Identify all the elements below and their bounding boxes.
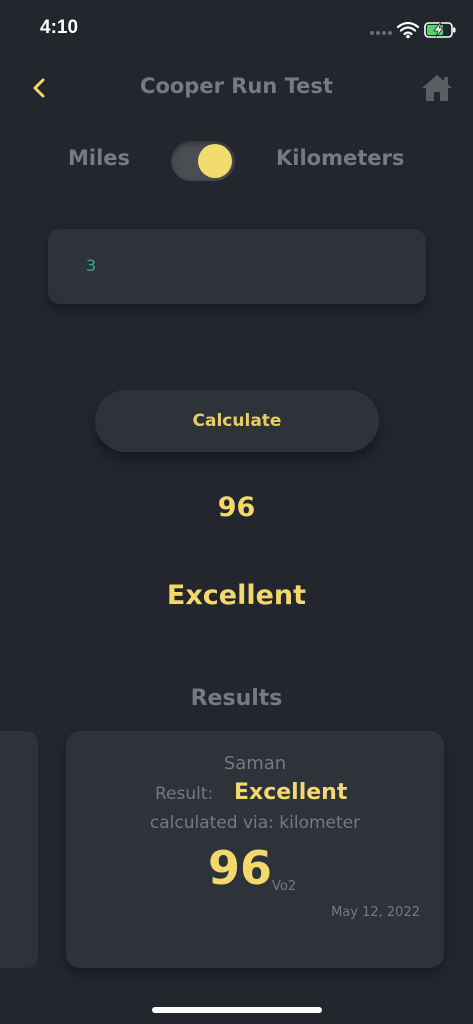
result-card-result-label: Result: (155, 784, 214, 804)
kilometers-label: Kilometers (276, 146, 405, 170)
home-icon (422, 75, 452, 101)
battery-charging-icon (424, 22, 456, 38)
distance-input-box (48, 229, 426, 304)
vo2-score: 96 (217, 492, 256, 523)
distance-input[interactable] (86, 256, 386, 275)
status-time: 4:10 (40, 17, 79, 38)
status-bar: 4:10 (0, 0, 473, 56)
nav-bar: Cooper Run Test (0, 64, 473, 112)
signal-icon (370, 31, 392, 35)
page-title: Cooper Run Test (140, 74, 333, 98)
previous-result-card[interactable] (0, 731, 38, 968)
result-card-unit: Vo2 (272, 879, 297, 894)
unit-selector: Miles Kilometers (0, 138, 473, 186)
results-heading: Results (190, 686, 283, 711)
unit-toggle[interactable] (171, 141, 235, 181)
toggle-knob (198, 144, 232, 178)
result-card-method: calculated via: kilometer (149, 813, 361, 833)
fitness-rating: Excellent (166, 580, 307, 611)
wifi-icon (396, 21, 420, 36)
result-card-score: 96 (208, 841, 273, 895)
result-card-result-value: Excellent (234, 780, 348, 805)
result-card-name: Saman (223, 753, 287, 774)
app-screen: 4:10 Cooper Run Test Miles Kilometers 3 … (0, 0, 473, 1024)
status-icons (370, 21, 456, 39)
calculate-button[interactable]: Calculate (95, 390, 379, 452)
result-card-date: May 12, 2022 (331, 905, 420, 920)
home-indicator[interactable] (152, 1007, 322, 1013)
miles-label: Miles (68, 146, 131, 170)
result-card[interactable]: Saman Result: Excellent calculated via: … (66, 731, 444, 968)
home-button[interactable] (420, 72, 454, 104)
